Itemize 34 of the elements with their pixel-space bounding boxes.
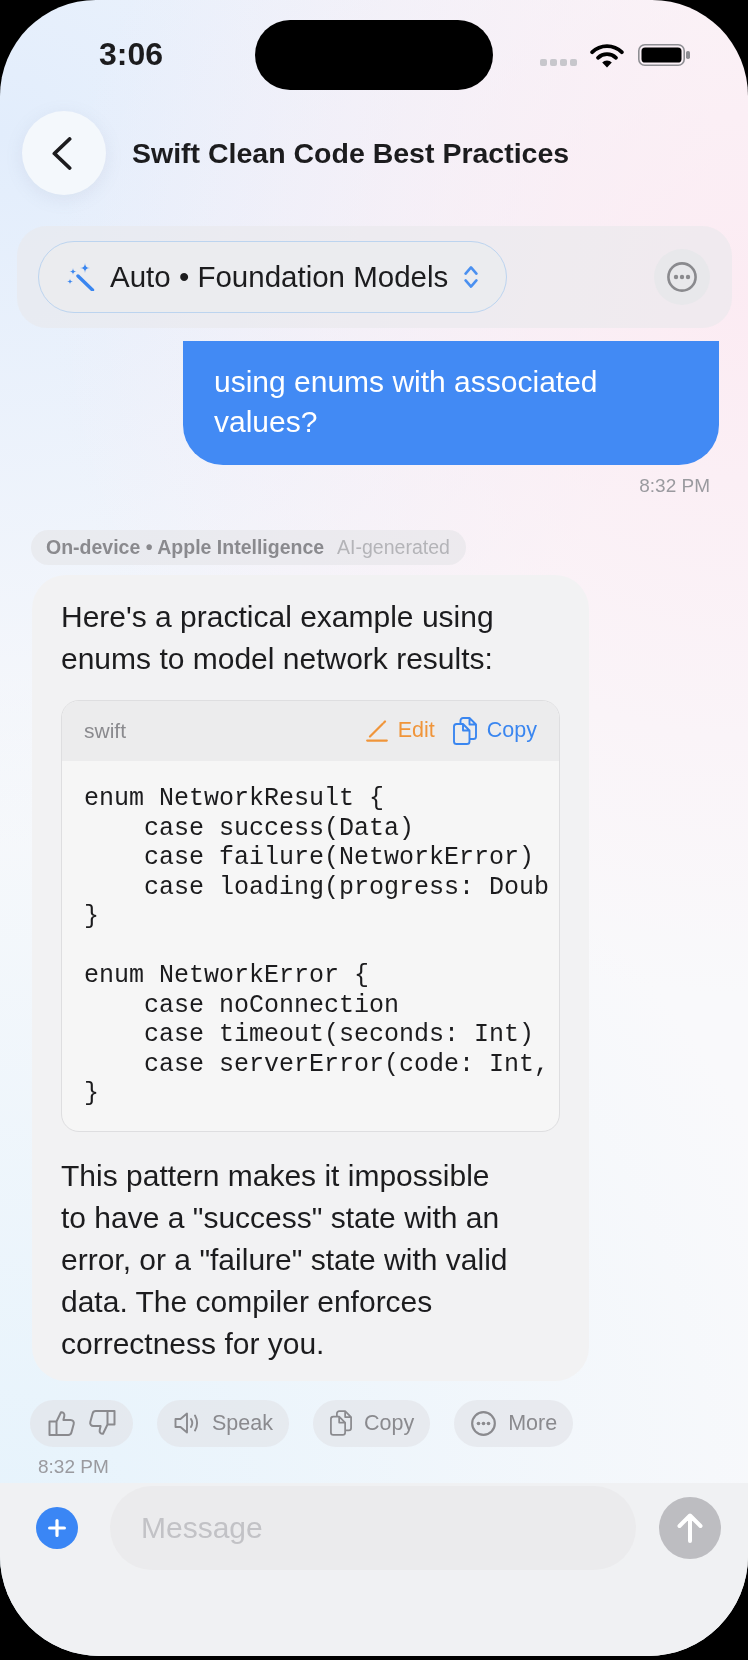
speak-button[interactable]: Speak [157, 1399, 289, 1447]
thumbs-up-icon[interactable] [48, 1409, 76, 1437]
chevron-up-down-icon [464, 265, 479, 289]
sparkle-wand-icon [67, 263, 95, 291]
message-time: 8:32 PM [38, 1456, 109, 1477]
status-time: 3:06 [99, 38, 164, 70]
message-text: Here's a practical example using enums to model network results: [61, 599, 495, 677]
pencil-icon [365, 720, 388, 742]
ai-generated-label: AI-generated [337, 534, 450, 560]
message-text: This pattern makes it impossible to have a "success" state with an error, or a "failure" state with valid data. The compiler enforces correctness for you. [61, 1157, 509, 1362]
copy-button[interactable]: Copy [452, 717, 537, 745]
ellipsis-icon [471, 1410, 497, 1436]
plus-icon [48, 1519, 66, 1537]
message-time: 8:32 PM [639, 476, 710, 496]
ellipsis-icon [667, 262, 697, 292]
speaker-icon [174, 1411, 200, 1435]
signal-icon [540, 58, 577, 66]
model-selector[interactable]: Auto • Foundation Models [38, 241, 508, 313]
code-text: enum NetworkResult { case success(Data) case failure(NetworkError) case loading(progress: Doub } enum NetworkError { case noConnection case timeout(seconds: Int) case serverError(code: Int, } [84, 784, 550, 1109]
thumbs-down-icon[interactable] [88, 1409, 116, 1437]
edit-button[interactable]: Edit [365, 718, 435, 744]
more-button[interactable]: More [454, 1399, 574, 1447]
battery-icon [638, 44, 690, 66]
documents-icon [452, 717, 477, 745]
chat-title: Swift Clean Code Best Practices [132, 135, 570, 171]
source-label: On-device • Apple Intelligence [46, 534, 325, 560]
chevron-left-icon [52, 136, 72, 170]
documents-icon [329, 1410, 352, 1436]
code-language-label: swift [84, 718, 126, 745]
user-message: using enums with associated values? [183, 341, 719, 465]
add-button[interactable] [36, 1507, 78, 1549]
arrow-up-icon [677, 1513, 703, 1543]
copy-button[interactable]: Copy [312, 1399, 431, 1447]
wifi-icon [590, 42, 624, 68]
